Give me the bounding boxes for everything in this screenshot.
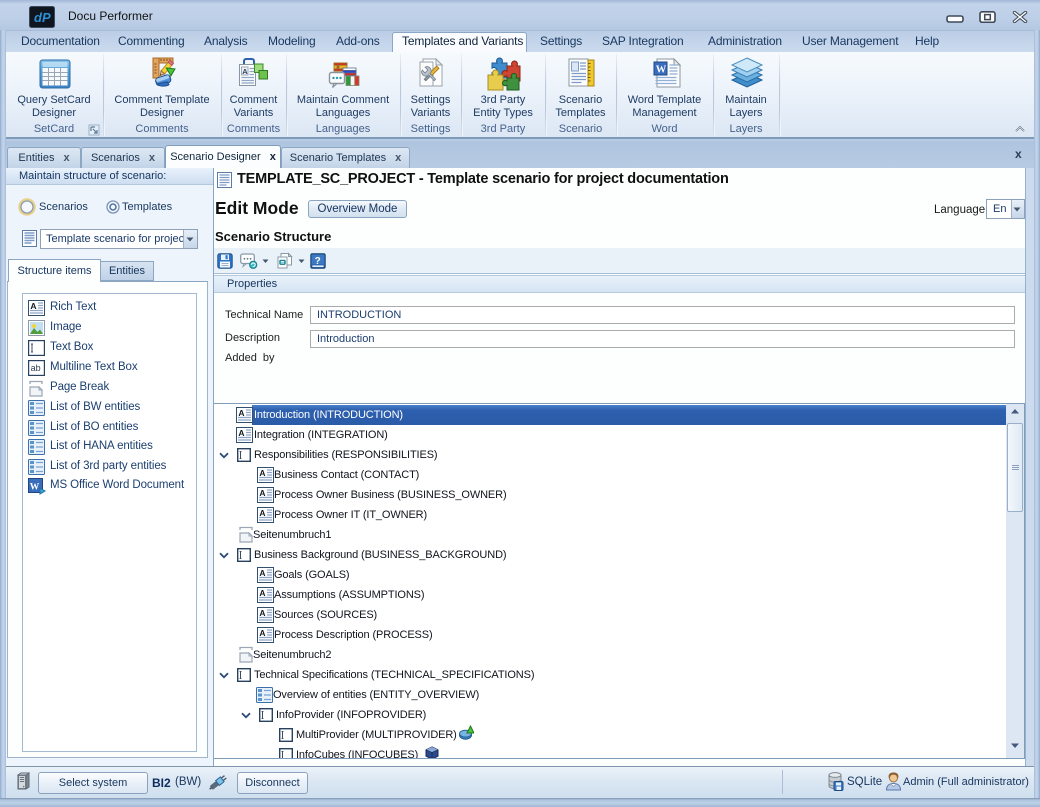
svg-text:?: ? [315,256,321,267]
svg-text:ab: ab [31,363,41,373]
svg-text:W: W [30,483,40,493]
svg-text:A: A [30,301,36,311]
svg-text:A: A [242,67,248,76]
svg-text:dP: dP [34,10,51,25]
svg-text:W: W [656,64,667,75]
